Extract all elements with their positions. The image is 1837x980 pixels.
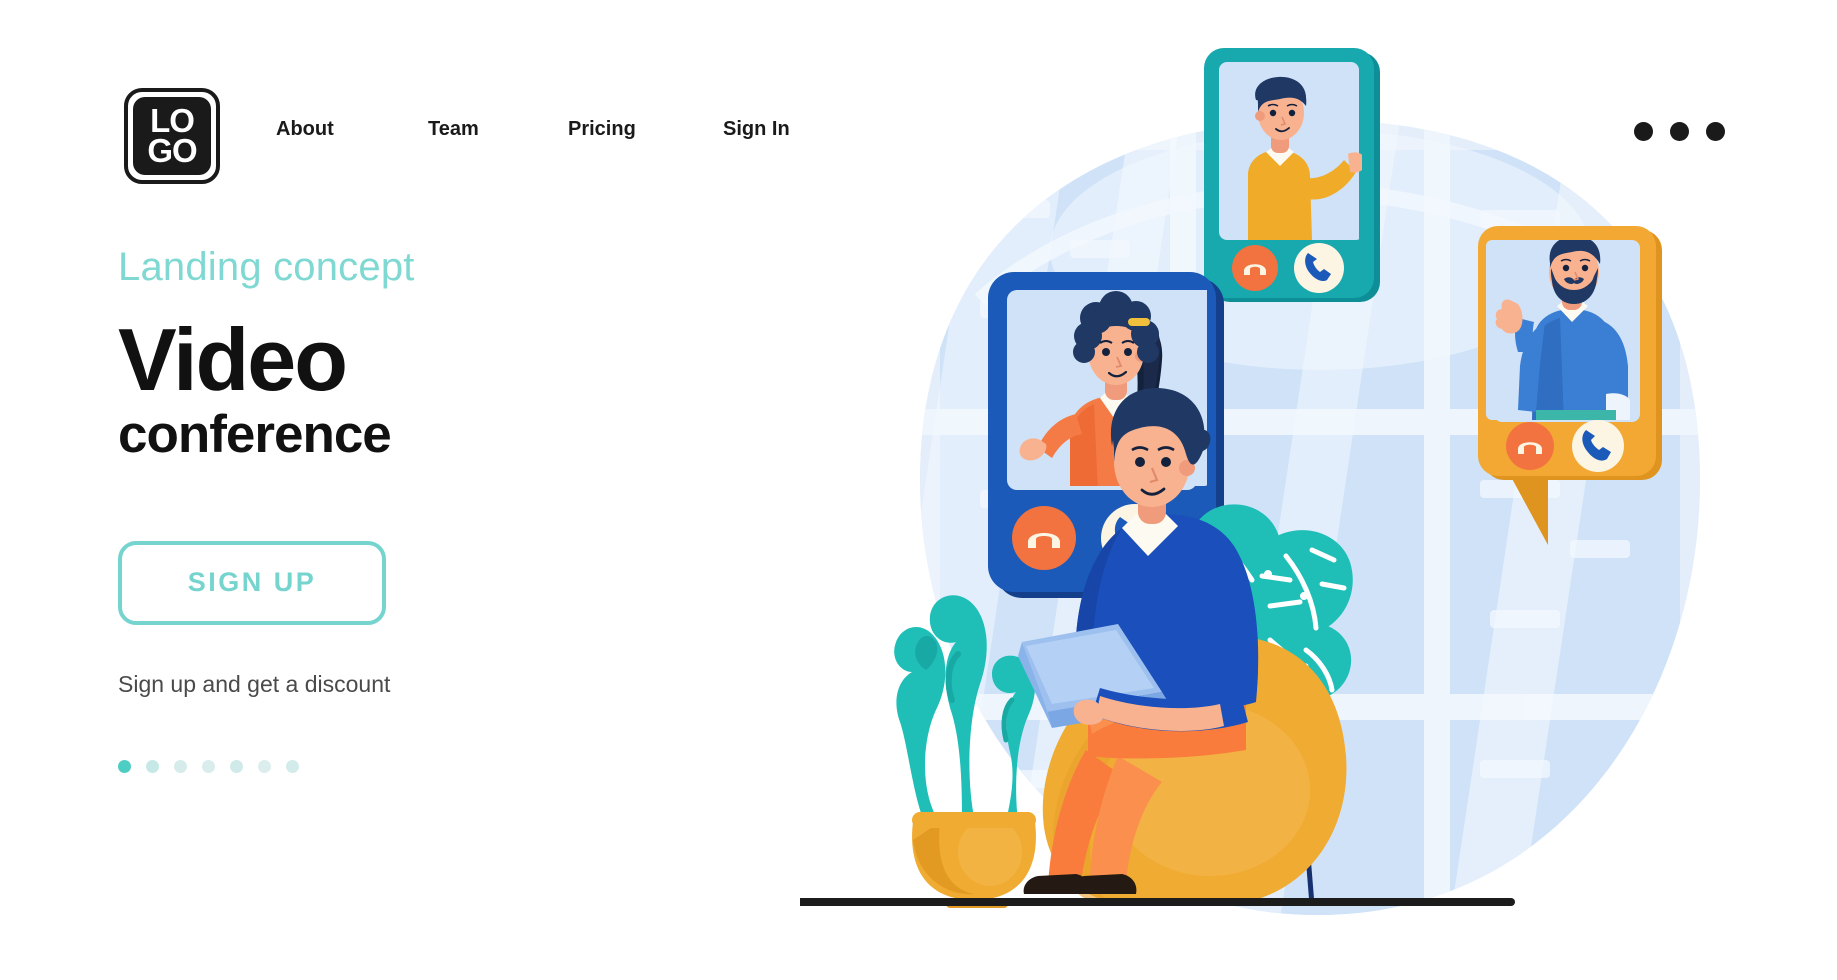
phone-down-icon	[1012, 506, 1076, 570]
logo-inner: LO GO	[133, 97, 211, 175]
phone-icon	[1572, 420, 1624, 472]
carousel-dot-4[interactable]	[202, 759, 215, 773]
landing-page: LO GO About Team Pricing Sign In Landing…	[0, 0, 1837, 980]
hero-section: Landing concept Video conference SIGN UP…	[118, 245, 738, 773]
floor-line	[800, 898, 1515, 906]
phone-down-icon	[1506, 422, 1554, 470]
hero-eyebrow: Landing concept	[118, 245, 415, 289]
carousel-dot-7[interactable]	[286, 759, 299, 773]
nav-links: About Team Pricing Sign In	[276, 118, 843, 141]
nav-link-team[interactable]: Team	[428, 118, 568, 141]
carousel-dot-6[interactable]	[258, 759, 271, 773]
logo[interactable]: LO GO	[124, 88, 220, 184]
carousel-dot-5[interactable]	[230, 759, 243, 773]
nav-link-pricing[interactable]: Pricing	[568, 118, 723, 141]
logo-line-2: GO	[147, 132, 197, 169]
sign-up-button[interactable]: SIGN UP	[118, 540, 386, 625]
carousel-dot-2[interactable]	[146, 759, 159, 773]
video-conference-illustration	[800, 0, 1837, 980]
page-title: Video	[118, 310, 348, 409]
phone-icon	[1294, 243, 1344, 293]
carousel-dots	[118, 759, 738, 773]
video-call-card-man-yellow	[1204, 48, 1380, 302]
phone-down-icon	[1232, 245, 1278, 291]
nav-link-about[interactable]: About	[276, 118, 428, 141]
hero-subtitle: conference	[118, 405, 392, 465]
carousel-dot-3[interactable]	[174, 759, 187, 773]
carousel-dot-1[interactable]	[118, 759, 131, 773]
hero-note: Sign up and get a discount	[118, 670, 391, 697]
